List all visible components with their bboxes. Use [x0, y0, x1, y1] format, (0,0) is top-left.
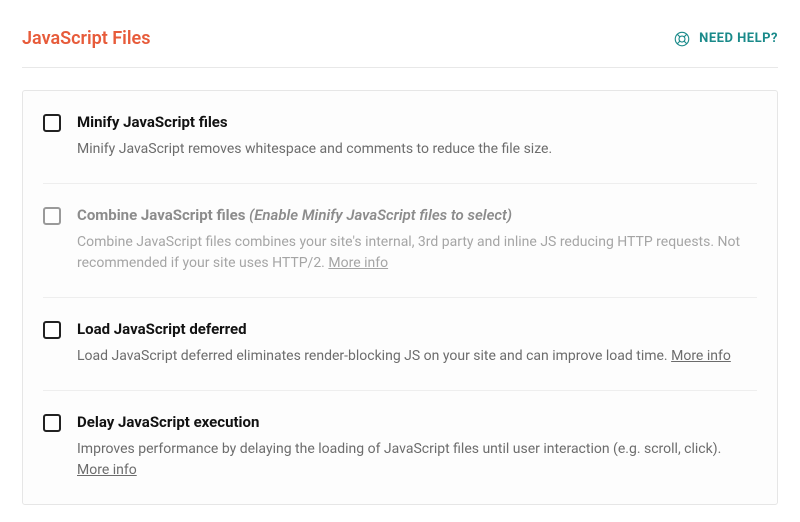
option-note-text: (Enable Minify JavaScript files to selec…	[249, 206, 512, 224]
option-title: Delay JavaScript execution	[77, 413, 757, 431]
option-desc: Load JavaScript deferred eliminates rend…	[77, 346, 757, 368]
option-title-text: Minify JavaScript files	[77, 113, 228, 131]
option-minify-js: Minify JavaScript files Minify JavaScrip…	[43, 91, 757, 184]
options-panel: Minify JavaScript files Minify JavaScrip…	[22, 90, 778, 505]
need-help-link[interactable]: NEED HELP?	[673, 30, 778, 48]
option-title: Minify JavaScript files	[77, 113, 757, 131]
option-desc: Improves performance by delaying the loa…	[77, 439, 757, 482]
option-combine-js: Combine JavaScript files (Enable Minify …	[43, 184, 757, 298]
option-body: Combine JavaScript files (Enable Minify …	[77, 206, 757, 275]
section-header: JavaScript Files NEED HELP?	[22, 28, 778, 68]
option-title-text: Delay JavaScript execution	[77, 413, 259, 431]
checkbox-defer-js[interactable]	[43, 321, 61, 339]
option-desc-text: Combine JavaScript files combines your s…	[77, 234, 740, 272]
option-body: Load JavaScript deferred Load JavaScript…	[77, 320, 757, 368]
option-title-text: Load JavaScript deferred	[77, 320, 247, 338]
option-title: Combine JavaScript files (Enable Minify …	[77, 206, 757, 224]
option-desc: Minify JavaScript removes whitespace and…	[77, 139, 757, 161]
more-info-link[interactable]: More info	[328, 255, 388, 271]
option-defer-js: Load JavaScript deferred Load JavaScript…	[43, 298, 757, 391]
checkbox-minify-js[interactable]	[43, 114, 61, 132]
option-delay-js: Delay JavaScript execution Improves perf…	[43, 391, 757, 504]
option-desc-text: Load JavaScript deferred eliminates rend…	[77, 348, 668, 364]
need-help-label: NEED HELP?	[699, 31, 778, 46]
option-body: Minify JavaScript files Minify JavaScrip…	[77, 113, 757, 161]
option-title: Load JavaScript deferred	[77, 320, 757, 338]
option-desc-text: Minify JavaScript removes whitespace and…	[77, 141, 552, 157]
option-desc-text: Improves performance by delaying the loa…	[77, 441, 721, 457]
more-info-link[interactable]: More info	[77, 462, 137, 478]
option-body: Delay JavaScript execution Improves perf…	[77, 413, 757, 482]
checkbox-delay-js[interactable]	[43, 414, 61, 432]
section-title: JavaScript Files	[22, 28, 150, 49]
checkbox-combine-js	[43, 207, 61, 225]
lifebuoy-icon	[673, 30, 691, 48]
option-desc: Combine JavaScript files combines your s…	[77, 232, 757, 275]
option-title-text: Combine JavaScript files	[77, 206, 245, 224]
more-info-link[interactable]: More info	[671, 348, 731, 364]
